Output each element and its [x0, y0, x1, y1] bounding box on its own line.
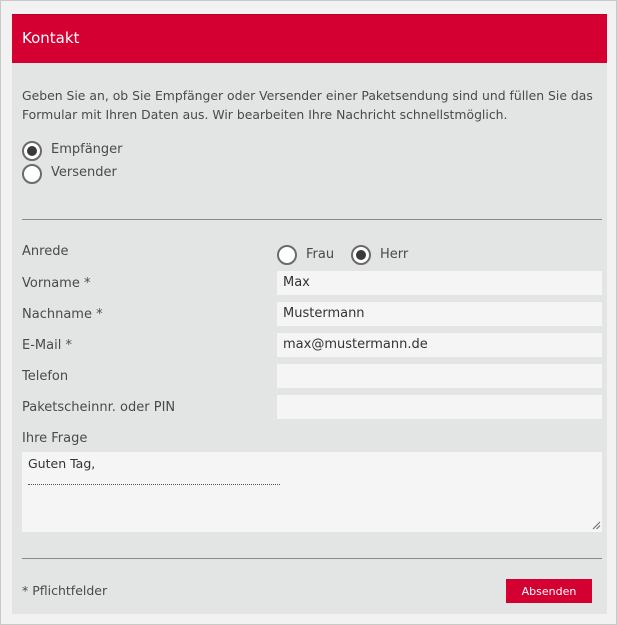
label-paketschein: Paketscheinnr. oder PIN: [22, 400, 176, 415]
radio-herr[interactable]: [351, 245, 371, 265]
radio-label-herr: Herr: [380, 247, 409, 262]
radio-frau[interactable]: [277, 245, 297, 265]
first-name-input[interactable]: Max: [277, 271, 602, 295]
label-anrede: Anrede: [22, 244, 69, 259]
label-email: E-Mail *: [22, 338, 72, 353]
radio-empfaenger[interactable]: [22, 141, 42, 161]
divider-bottom: [22, 558, 602, 559]
radio-label-empfaenger: Empfänger: [51, 142, 123, 157]
required-note: * Pflichtfelder: [22, 583, 108, 598]
resize-handle-icon[interactable]: [592, 521, 601, 530]
label-nachname: Nachname *: [22, 307, 103, 322]
label-telefon: Telefon: [22, 369, 69, 384]
radio-label-frau: Frau: [306, 247, 335, 262]
divider-top: [22, 219, 602, 220]
tracking-input[interactable]: [277, 395, 602, 419]
intro-text: Geben Sie an, ob Sie Empfänger oder Vers…: [22, 88, 593, 122]
contact-panel: Kontakt Geben Sie an, ob Sie Empfänger o…: [12, 14, 607, 614]
radio-versender[interactable]: [22, 164, 42, 184]
question-text: Guten Tag,: [28, 456, 96, 471]
page-title: Kontakt: [22, 29, 80, 47]
label-vorname: Vorname *: [22, 276, 91, 291]
dotted-line: [28, 484, 280, 485]
label-frage: Ihre Frage: [22, 431, 88, 446]
phone-input[interactable]: [277, 364, 602, 388]
question-textarea[interactable]: Guten Tag,: [22, 452, 602, 532]
panel-header: Kontakt: [12, 14, 607, 63]
radio-label-versender: Versender: [51, 165, 117, 180]
email-input[interactable]: max@mustermann.de: [277, 333, 602, 357]
submit-button[interactable]: Absenden: [506, 579, 592, 603]
last-name-input[interactable]: Mustermann: [277, 302, 602, 326]
